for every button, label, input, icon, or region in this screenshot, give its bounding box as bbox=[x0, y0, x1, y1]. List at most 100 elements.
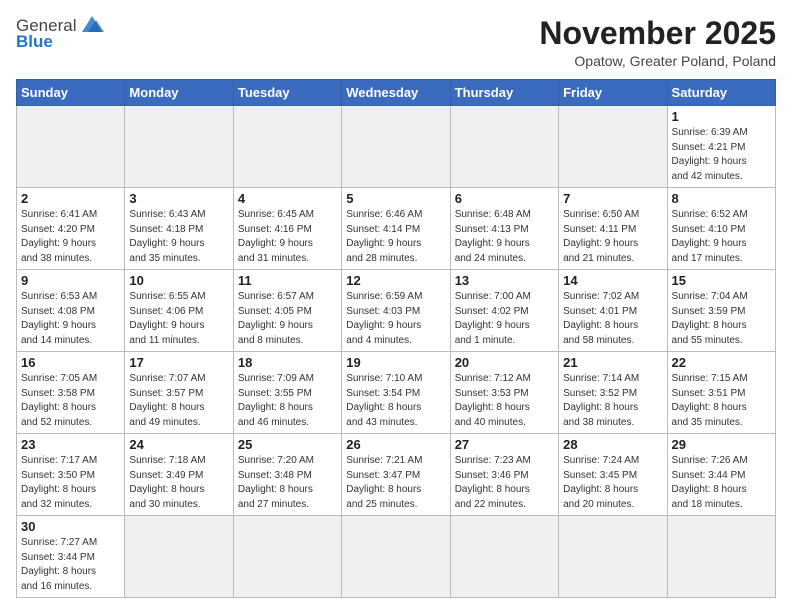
title-block: November 2025 Opatow, Greater Poland, Po… bbox=[539, 16, 776, 69]
day-number: 29 bbox=[672, 437, 771, 452]
day-info: Sunrise: 6:53 AM Sunset: 4:08 PM Dayligh… bbox=[21, 290, 120, 348]
day-info: Sunrise: 7:26 AM Sunset: 3:44 PM Dayligh… bbox=[672, 454, 771, 512]
calendar-cell: 27 Sunrise: 7:23 AM Sunset: 3:46 PM Dayli… bbox=[450, 434, 558, 516]
day-info: Sunrise: 7:04 AM Sunset: 3:59 PM Dayligh… bbox=[672, 290, 771, 348]
day-info: Sunrise: 6:55 AM Sunset: 4:06 PM Dayligh… bbox=[129, 290, 228, 348]
page: General Blue November 2025 Opatow, Great… bbox=[0, 0, 792, 612]
day-number: 19 bbox=[346, 355, 445, 370]
calendar-subtitle: Opatow, Greater Poland, Poland bbox=[539, 53, 776, 69]
day-info: Sunrise: 7:07 AM Sunset: 3:57 PM Dayligh… bbox=[129, 372, 228, 430]
day-info: Sunrise: 7:05 AM Sunset: 3:58 PM Dayligh… bbox=[21, 372, 120, 430]
day-number: 4 bbox=[238, 191, 337, 206]
day-number: 14 bbox=[563, 273, 662, 288]
day-info: Sunrise: 7:23 AM Sunset: 3:46 PM Dayligh… bbox=[455, 454, 554, 512]
calendar-week-row: 16 Sunrise: 7:05 AM Sunset: 3:58 PM Dayli… bbox=[17, 352, 776, 434]
day-number: 28 bbox=[563, 437, 662, 452]
day-info: Sunrise: 7:27 AM Sunset: 3:44 PM Dayligh… bbox=[21, 536, 120, 594]
day-number: 15 bbox=[672, 273, 771, 288]
calendar-cell bbox=[667, 516, 775, 598]
day-number: 9 bbox=[21, 273, 120, 288]
day-info: Sunrise: 6:43 AM Sunset: 4:18 PM Dayligh… bbox=[129, 208, 228, 266]
day-info: Sunrise: 6:59 AM Sunset: 4:03 PM Dayligh… bbox=[346, 290, 445, 348]
logo: General Blue bbox=[16, 16, 106, 52]
calendar-cell: 29 Sunrise: 7:26 AM Sunset: 3:44 PM Dayli… bbox=[667, 434, 775, 516]
col-wednesday: Wednesday bbox=[342, 80, 450, 106]
day-number: 10 bbox=[129, 273, 228, 288]
day-info: Sunrise: 6:50 AM Sunset: 4:11 PM Dayligh… bbox=[563, 208, 662, 266]
calendar-cell: 21 Sunrise: 7:14 AM Sunset: 3:52 PM Dayli… bbox=[559, 352, 667, 434]
calendar-cell bbox=[17, 106, 125, 188]
day-number: 3 bbox=[129, 191, 228, 206]
day-info: Sunrise: 6:45 AM Sunset: 4:16 PM Dayligh… bbox=[238, 208, 337, 266]
header: General Blue November 2025 Opatow, Great… bbox=[16, 16, 776, 69]
col-tuesday: Tuesday bbox=[233, 80, 341, 106]
day-info: Sunrise: 7:02 AM Sunset: 4:01 PM Dayligh… bbox=[563, 290, 662, 348]
calendar-cell bbox=[342, 106, 450, 188]
day-number: 23 bbox=[21, 437, 120, 452]
day-info: Sunrise: 7:18 AM Sunset: 3:49 PM Dayligh… bbox=[129, 454, 228, 512]
calendar-cell: 1Sunrise: 6:39 AM Sunset: 4:21 PM Daylig… bbox=[667, 106, 775, 188]
calendar-cell: 17 Sunrise: 7:07 AM Sunset: 3:57 PM Dayli… bbox=[125, 352, 233, 434]
day-number: 12 bbox=[346, 273, 445, 288]
calendar-week-row: 23 Sunrise: 7:17 AM Sunset: 3:50 PM Dayli… bbox=[17, 434, 776, 516]
calendar-cell: 3 Sunrise: 6:43 AM Sunset: 4:18 PM Daylig… bbox=[125, 188, 233, 270]
calendar-cell: 20Sunrise: 7:12 AM Sunset: 3:53 PM Dayli… bbox=[450, 352, 558, 434]
col-sunday: Sunday bbox=[17, 80, 125, 106]
calendar-cell: 11 Sunrise: 6:57 AM Sunset: 4:05 PM Dayli… bbox=[233, 270, 341, 352]
calendar-cell: 2 Sunrise: 6:41 AM Sunset: 4:20 PM Daylig… bbox=[17, 188, 125, 270]
calendar-cell bbox=[559, 106, 667, 188]
calendar-cell: 13Sunrise: 7:00 AM Sunset: 4:02 PM Dayli… bbox=[450, 270, 558, 352]
calendar-cell bbox=[450, 106, 558, 188]
day-number: 17 bbox=[129, 355, 228, 370]
day-number: 2 bbox=[21, 191, 120, 206]
day-number: 30 bbox=[21, 519, 120, 534]
calendar-week-row: 1Sunrise: 6:39 AM Sunset: 4:21 PM Daylig… bbox=[17, 106, 776, 188]
calendar-cell: 28 Sunrise: 7:24 AM Sunset: 3:45 PM Dayli… bbox=[559, 434, 667, 516]
day-info: Sunrise: 6:48 AM Sunset: 4:13 PM Dayligh… bbox=[455, 208, 554, 266]
day-number: 6 bbox=[455, 191, 554, 206]
day-info: Sunrise: 6:57 AM Sunset: 4:05 PM Dayligh… bbox=[238, 290, 337, 348]
day-number: 22 bbox=[672, 355, 771, 370]
day-number: 5 bbox=[346, 191, 445, 206]
day-number: 25 bbox=[238, 437, 337, 452]
day-number: 1 bbox=[672, 109, 771, 124]
day-number: 21 bbox=[563, 355, 662, 370]
calendar-cell: 14 Sunrise: 7:02 AM Sunset: 4:01 PM Dayli… bbox=[559, 270, 667, 352]
day-info: Sunrise: 7:24 AM Sunset: 3:45 PM Dayligh… bbox=[563, 454, 662, 512]
calendar-week-row: 9 Sunrise: 6:53 AM Sunset: 4:08 PM Daylig… bbox=[17, 270, 776, 352]
calendar-cell: 6 Sunrise: 6:48 AM Sunset: 4:13 PM Daylig… bbox=[450, 188, 558, 270]
calendar-cell: 23 Sunrise: 7:17 AM Sunset: 3:50 PM Dayli… bbox=[17, 434, 125, 516]
calendar-cell: 10 Sunrise: 6:55 AM Sunset: 4:06 PM Dayli… bbox=[125, 270, 233, 352]
calendar-cell: 9 Sunrise: 6:53 AM Sunset: 4:08 PM Daylig… bbox=[17, 270, 125, 352]
calendar-cell bbox=[125, 106, 233, 188]
col-saturday: Saturday bbox=[667, 80, 775, 106]
calendar-cell: 5 Sunrise: 6:46 AM Sunset: 4:14 PM Daylig… bbox=[342, 188, 450, 270]
col-monday: Monday bbox=[125, 80, 233, 106]
calendar-cell: 18Sunrise: 7:09 AM Sunset: 3:55 PM Dayli… bbox=[233, 352, 341, 434]
calendar-cell: 22 Sunrise: 7:15 AM Sunset: 3:51 PM Dayli… bbox=[667, 352, 775, 434]
calendar-cell: 16 Sunrise: 7:05 AM Sunset: 3:58 PM Dayli… bbox=[17, 352, 125, 434]
day-info: Sunrise: 7:14 AM Sunset: 3:52 PM Dayligh… bbox=[563, 372, 662, 430]
day-info: Sunrise: 7:17 AM Sunset: 3:50 PM Dayligh… bbox=[21, 454, 120, 512]
day-number: 27 bbox=[455, 437, 554, 452]
day-info: Sunrise: 7:15 AM Sunset: 3:51 PM Dayligh… bbox=[672, 372, 771, 430]
day-number: 7 bbox=[563, 191, 662, 206]
calendar-week-row: 2 Sunrise: 6:41 AM Sunset: 4:20 PM Daylig… bbox=[17, 188, 776, 270]
day-info: Sunrise: 7:12 AM Sunset: 3:53 PM Dayligh… bbox=[455, 372, 554, 430]
day-number: 16 bbox=[21, 355, 120, 370]
day-number: 11 bbox=[238, 273, 337, 288]
day-info: Sunrise: 6:41 AM Sunset: 4:20 PM Dayligh… bbox=[21, 208, 120, 266]
col-thursday: Thursday bbox=[450, 80, 558, 106]
day-number: 8 bbox=[672, 191, 771, 206]
calendar-cell: 19Sunrise: 7:10 AM Sunset: 3:54 PM Dayli… bbox=[342, 352, 450, 434]
day-info: Sunrise: 7:00 AM Sunset: 4:02 PM Dayligh… bbox=[455, 290, 554, 348]
logo-blue: Blue bbox=[16, 32, 53, 52]
calendar-title: November 2025 bbox=[539, 16, 776, 51]
calendar-week-row: 30 Sunrise: 7:27 AM Sunset: 3:44 PM Dayli… bbox=[17, 516, 776, 598]
calendar-cell bbox=[125, 516, 233, 598]
col-friday: Friday bbox=[559, 80, 667, 106]
logo-icon bbox=[78, 14, 106, 36]
calendar-cell bbox=[342, 516, 450, 598]
day-info: Sunrise: 6:46 AM Sunset: 4:14 PM Dayligh… bbox=[346, 208, 445, 266]
calendar-cell: 25Sunrise: 7:20 AM Sunset: 3:48 PM Dayli… bbox=[233, 434, 341, 516]
